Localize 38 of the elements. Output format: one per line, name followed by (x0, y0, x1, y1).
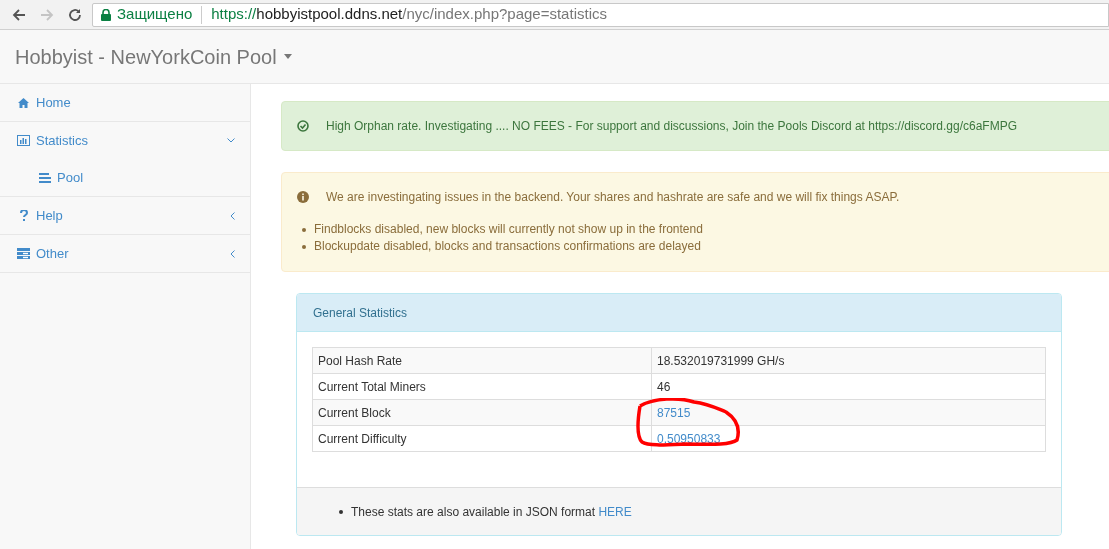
table-cell: Pool Hash Rate (312, 347, 652, 374)
list-item-text: Blockupdate disabled, blocks and transactions confirmations are delayed (314, 238, 701, 255)
sidebar-item[interactable]: Statistics (0, 122, 250, 159)
table-cell: 18.532019731999 GH/s (651, 347, 1046, 374)
sidebar-item[interactable]: Help (0, 197, 250, 234)
bullet-icon (302, 244, 306, 249)
bar-chart-icon (17, 135, 30, 146)
footer-text: These stats are also available in JSON format HERE (351, 503, 632, 521)
sidebar-subitem[interactable]: Pool (0, 159, 250, 196)
caret-icon (283, 54, 292, 59)
alert-message: We are investingating issues in the backend. Your shares and hashrate are safe and we will fix things ASAP. (326, 189, 900, 206)
home-icon (17, 97, 30, 108)
question-icon (17, 210, 30, 221)
json-link[interactable]: HERE (598, 504, 632, 519)
alert-message: High Orphan rate. Investigating .... NO FEES - For support and discussions, Join the Pools Discord at https://discord.gg/c6aFMPG (326, 118, 1017, 135)
brand-dropdown[interactable]: Hobbyist - NewYorkCoin Pool (15, 41, 292, 72)
chevron-down-icon (227, 138, 235, 143)
list-item-text: Findblocks disabled, new blocks will currently not show up in the frontend (314, 221, 703, 238)
table-cell: Current Block (312, 399, 652, 426)
url-text: https://hobbyistpool.ddns.net/nyc/index.php?page=statistics (211, 4, 607, 25)
address-bar[interactable]: Защищено https://hobbyistpool.ddns.net/nyc/index.php?page=statistics (92, 2, 1109, 27)
sidebar-item[interactable]: Home (0, 84, 250, 121)
security-label: Защищено (117, 4, 193, 25)
bullet-icon (302, 227, 306, 232)
bullet-icon (339, 509, 343, 514)
panel-title: General Statistics (297, 294, 1061, 332)
sidebar-item[interactable]: Other (0, 235, 250, 272)
table-cell: Current Difficulty (312, 425, 652, 452)
lock-icon (101, 8, 111, 21)
info-icon (297, 191, 309, 203)
table-cell: Current Total Miners (312, 373, 652, 400)
table-link[interactable]: 0.50950833 (657, 431, 721, 446)
list-icon (39, 172, 51, 183)
check-circle-icon (297, 120, 309, 132)
chevron-left-icon (230, 249, 235, 258)
list-icon (17, 248, 30, 259)
chevron-left-icon (230, 211, 235, 220)
table-link[interactable]: 87515 (657, 405, 691, 420)
